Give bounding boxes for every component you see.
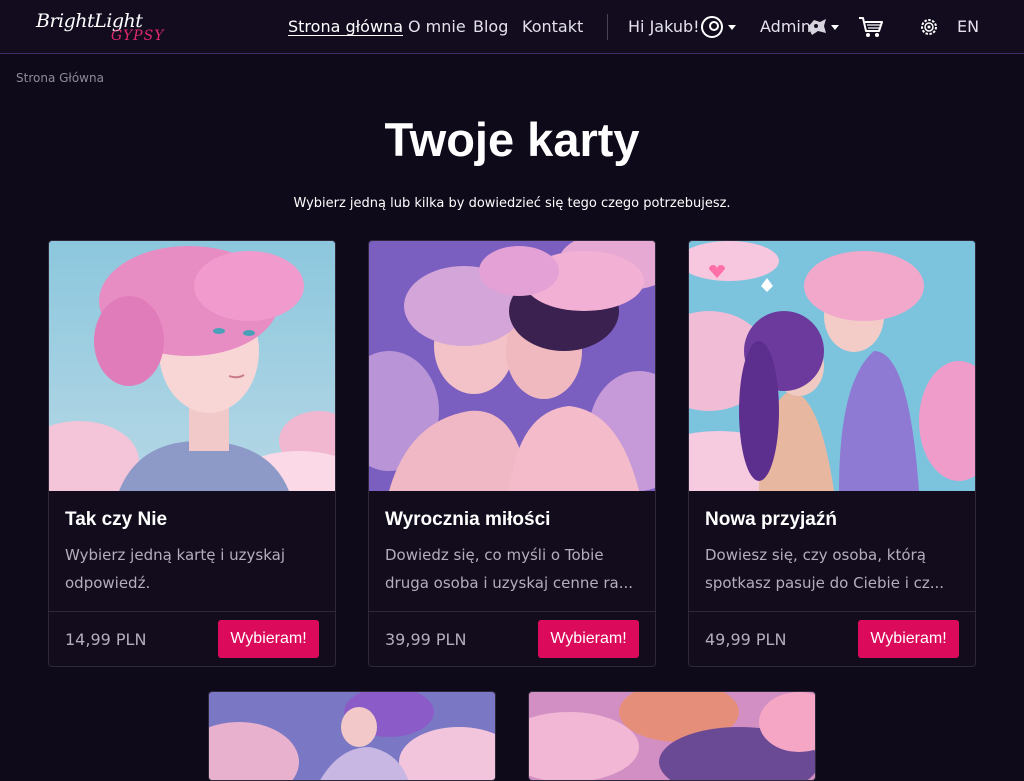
logo-text-secondary: GYPSY (111, 28, 165, 44)
nav-divider (607, 14, 608, 40)
select-card-button[interactable]: Wybieram! (218, 620, 319, 658)
card-image-pink-haired-woman (49, 241, 335, 491)
select-card-button[interactable]: Wybieram! (538, 620, 639, 658)
user-avatar-icon[interactable] (701, 16, 723, 38)
user-dropdown-chevron-icon[interactable] (728, 25, 736, 30)
card-price: 14,99 PLN (65, 630, 147, 649)
admin-menu-label[interactable]: Admin (760, 17, 811, 36)
card-title: Wyrocznia miłości (385, 509, 551, 530)
card-title: Tak czy Nie (65, 509, 168, 530)
language-switcher[interactable]: EN (957, 17, 979, 36)
settings-gear-icon[interactable] (917, 15, 941, 39)
card-price: 39,99 PLN (385, 630, 467, 649)
select-card-button[interactable]: Wybieram! (858, 620, 959, 658)
card-divider (689, 611, 975, 612)
card-description: Dowiesz się, czy osoba, którą spotkasz p… (705, 546, 945, 592)
card-image-kissing-couple (369, 241, 655, 491)
admin-mask-icon[interactable] (806, 17, 828, 37)
top-navbar: BrightLight GYPSY Strona główna O mnie B… (0, 0, 1024, 54)
nav-contact[interactable]: Kontakt (522, 17, 583, 36)
card-image-two-women-friends (689, 241, 975, 491)
breadcrumb[interactable]: Strona Główna (16, 71, 104, 85)
card-divider (369, 611, 655, 612)
nav-about[interactable]: O mnie (408, 17, 466, 36)
nav-home[interactable]: Strona główna (288, 17, 403, 36)
admin-dropdown-chevron-icon[interactable] (831, 25, 839, 30)
product-card: Tak czy Nie Wybierz jedną kartę i uzyska… (48, 240, 336, 667)
card-description: Dowiedz się, co myśli o Tobie druga osob… (385, 546, 634, 592)
card-divider (49, 611, 335, 612)
nav-blog[interactable]: Blog (473, 17, 508, 36)
page-title: Twoje karty (384, 113, 640, 166)
product-card: Wyrocznia miłości Dowiedz się, co myśli … (368, 240, 656, 667)
card-price: 49,99 PLN (705, 630, 787, 649)
card-title: Nowa przyjaźń (705, 509, 837, 530)
card-description: Wybierz jedną kartę i uzyskaj odpowiedź. (65, 546, 286, 592)
brand-logo[interactable]: BrightLight GYPSY (36, 10, 163, 48)
page-subtitle: Wybierz jedną lub kilka by dowiedzieć si… (293, 196, 731, 211)
shopping-cart-icon[interactable] (858, 15, 884, 39)
user-greeting[interactable]: Hi Jakub! (628, 17, 700, 36)
product-card: Nowa przyjaźń Dowiesz się, czy osoba, kt… (688, 240, 976, 667)
